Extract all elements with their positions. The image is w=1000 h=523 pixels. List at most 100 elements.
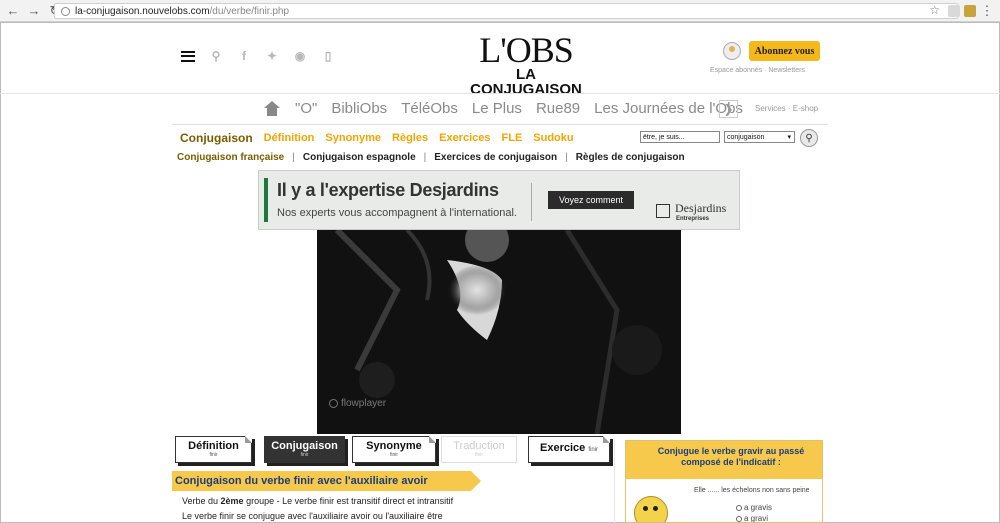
quiz-option-label: a gravi [744,514,769,523]
desjardins-logo-icon [656,204,670,218]
main-nav-item[interactable]: Rue89 [536,100,580,117]
search-icon: ⚲ [805,132,813,144]
ad-divider [531,183,532,221]
divider [0,93,1000,94]
separator: | [423,152,427,163]
page-fold-icon [245,436,252,443]
tab-conjugaison[interactable]: Conjugaison finir [264,436,345,463]
sub-nav-item[interactable]: Sudoku [533,132,573,144]
line1-suffix: groupe - Le verbe finir est transitif di… [243,496,454,506]
back-icon[interactable]: ← [5,3,21,19]
column-divider [614,440,615,523]
search-type-value: conjugaison [727,133,765,141]
url-path: /du/verbe/finir.php [209,5,290,17]
flowplayer-watermark: flowplayer [329,398,386,409]
main-nav-item[interactable]: Le Plus [472,100,522,117]
verb-search-input[interactable] [640,131,720,143]
main-nav: "O" BibliObs TéléObs Le Plus Rue89 Les J… [263,100,743,117]
line1-bold: 2ème [220,496,244,506]
tab-traduction[interactable]: Traduction finir [441,436,517,463]
video-player[interactable]: flowplayer [317,230,681,434]
ad-subtext: Nos experts vous accompagnent à l'intern… [277,207,517,219]
address-bar[interactable]: la-conjugaison.nouvelobs.com/du/verbe/fi… [54,3,958,19]
main-nav-item[interactable]: BibliObs [331,100,387,117]
ad-cta-button[interactable]: Voyez comment [548,191,634,209]
search-submit-button[interactable]: ⚲ [800,129,818,147]
tab-title: Définition [188,439,239,452]
chevron-right-icon[interactable]: ❯ [719,100,738,118]
quiz-option[interactable]: a gravi [736,514,769,523]
play-icon [329,399,338,408]
extension-icon[interactable] [964,5,976,17]
bookmark-star-icon[interactable]: ☆ [929,3,940,17]
divider [172,124,828,125]
sub-nav: Conjugaison Définition Synonyme Règles E… [180,131,574,145]
main-nav-item[interactable]: TéléObs [401,100,458,117]
conj-nav-item[interactable]: Conjugaison française [177,152,284,163]
dropdown-arrow-icon: ▾ [787,134,791,141]
sub-nav-item[interactable]: Exercices [439,132,490,144]
radio-icon[interactable] [736,504,742,511]
watermark-text: flowplayer [341,398,387,409]
mascot-icon [634,496,668,522]
mobile-icon[interactable]: ▯ [321,49,335,63]
quiz-widget: Conjugue le verbe gravir au passé compos… [625,440,823,523]
browser-toolbar: ← → ↻ la-conjugaison.nouvelobs.com/du/ve… [0,0,1000,22]
page-fold-icon [603,436,610,443]
tab-title-sub: finir [588,447,598,453]
tab-exercice[interactable]: Exercice finir [528,436,610,463]
account-links[interactable]: Espace abonnés · Newsletters [710,67,805,74]
instagram-icon[interactable]: ◉ [293,49,307,63]
sub-nav-item[interactable]: Définition [264,132,315,144]
tab-synonyme[interactable]: Synonyme finir [352,436,436,463]
site-logo[interactable]: L'OBS LA CONJUGAISON [468,30,584,97]
header-tools: ⚲ f ✦ ◉ ▯ [181,49,335,63]
extension-icon[interactable] [948,5,960,17]
conj-nav-item[interactable]: Conjugaison espagnole [303,152,416,163]
tab-sub: finir [300,451,309,458]
search-icon[interactable]: ⚲ [209,49,223,63]
auxiliary-line: Le verbe finir se conjugue avec l'auxili… [182,511,443,521]
tab-sub: finir [474,451,484,458]
home-icon[interactable] [263,100,281,117]
line1-prefix: Verbe du [182,496,221,506]
sub-nav-item[interactable]: Synonyme [325,132,381,144]
sub-nav-active[interactable]: Conjugaison [180,131,253,145]
quiz-option[interactable]: a gravis [736,503,772,512]
sub-nav-item[interactable]: FLE [502,132,523,144]
radio-icon[interactable] [736,515,742,522]
user-account-icon[interactable] [723,42,741,60]
separator: | [292,152,295,163]
main-nav-item[interactable]: "O" [295,100,317,117]
tab-definition[interactable]: Définition finir [175,436,252,463]
conj-nav-item[interactable]: Règles de conjugaison [576,152,685,163]
quiz-sentence: Elle ...... les échelons non sans peine [694,487,810,494]
sub-nav-item[interactable]: Règles [392,132,428,144]
tab-title: Synonyme [366,439,422,452]
quiz-option-label: a gravis [744,503,773,512]
twitter-icon[interactable]: ✦ [265,49,279,63]
quiz-question: Conjugue le verbe gravir au passé compos… [657,446,805,467]
forward-icon[interactable]: → [26,3,42,19]
tab-title-text: Exercice [540,442,586,454]
ad-brand-sub: Entreprises [676,216,710,222]
conj-nav-item[interactable]: Exercices de conjugaison [434,152,557,163]
logo-line1: L'OBS [479,30,574,70]
ad-brand: Desjardins [675,201,727,215]
subscribe-button[interactable]: Abonnez vous [749,41,820,61]
tab-sub: finir [209,451,218,458]
tab-sub: finir [389,451,399,458]
search-type-select[interactable]: conjugaison ▾ [724,131,795,143]
services-links[interactable]: Services · E-shop [755,104,818,113]
ad-accent-bar [264,178,268,222]
tab-title: Traduction [453,439,505,452]
separator: | [565,152,568,163]
section-title: Conjugaison du verbe finir avec l'auxili… [172,471,481,491]
menu-icon[interactable]: ⋮ [979,3,995,19]
info-icon[interactable] [61,6,70,16]
ad-banner[interactable]: Il y a l'expertise Desjardins Nos expert… [258,170,740,230]
tab-title: Exercice finir [540,443,598,456]
ad-headline: Il y a l'expertise Desjardins [277,180,499,200]
hamburger-menu-icon[interactable] [181,50,195,62]
facebook-icon[interactable]: f [237,49,251,63]
